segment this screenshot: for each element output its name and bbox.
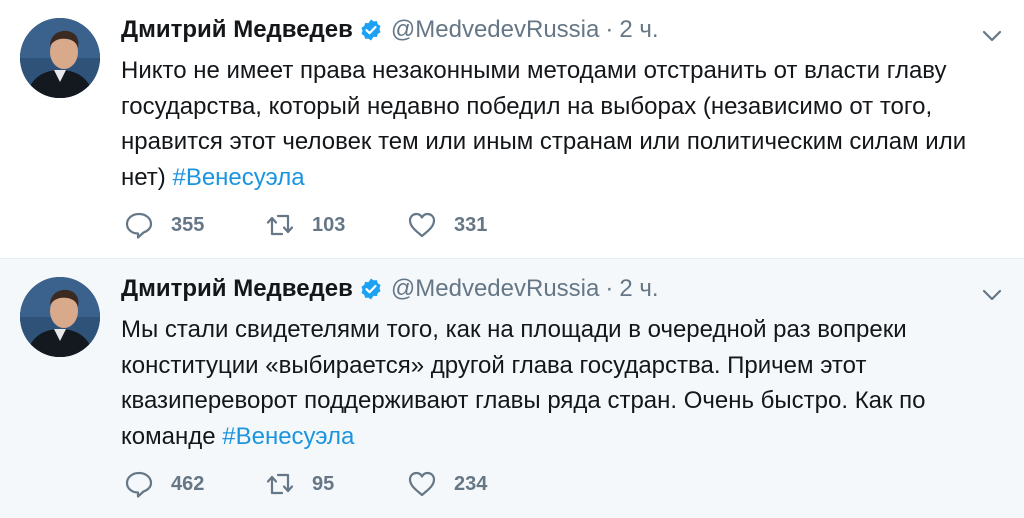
heart-icon <box>408 471 436 497</box>
retweet-button[interactable]: 95 <box>265 469 407 499</box>
like-count: 331 <box>454 213 488 236</box>
tweet-header: Дмитрий Медведев @MedvedevRussia · 2 ч. <box>121 14 659 46</box>
verified-badge-icon <box>359 18 383 42</box>
tweet[interactable]: Дмитрий Медведев @MedvedevRussia · 2 ч. … <box>0 0 1024 258</box>
reply-count: 462 <box>171 472 205 495</box>
hashtag-link[interactable]: #Венесуэла <box>172 164 304 191</box>
retweet-icon <box>266 214 294 236</box>
timestamp[interactable]: 2 ч. <box>619 14 658 46</box>
tweet-actions: 355 103 331 <box>124 210 547 240</box>
tweet-text-line: конституции «выбирается» другой глава го… <box>121 351 867 379</box>
separator-dot: · <box>605 275 614 302</box>
author-name[interactable]: Дмитрий Медведев <box>121 14 353 46</box>
author-name[interactable]: Дмитрий Медведев <box>121 273 353 305</box>
avatar[interactable] <box>20 18 100 98</box>
like-button[interactable]: 234 <box>407 469 547 499</box>
hashtag-link[interactable]: #Венесуэла <box>222 423 354 450</box>
tweet-text-line: квазипереворот поддерживают главы ряда с… <box>121 387 926 414</box>
reply-icon <box>125 212 153 239</box>
retweet-count: 95 <box>312 472 335 495</box>
tweet-text: Никто не имеет права незаконными методам… <box>121 53 1011 195</box>
author-handle[interactable]: @MedvedevRussia <box>391 14 599 46</box>
chevron-down-icon[interactable] <box>980 24 1004 48</box>
retweet-icon <box>266 473 294 495</box>
reply-button[interactable]: 355 <box>124 210 265 240</box>
tweet-text-line: нет) <box>121 163 166 191</box>
tweet-actions: 462 95 234 <box>124 469 547 499</box>
like-count: 234 <box>454 472 488 495</box>
avatar[interactable] <box>20 277 100 357</box>
reply-button[interactable]: 462 <box>124 469 265 499</box>
retweet-button[interactable]: 103 <box>265 210 407 240</box>
chevron-down-icon[interactable] <box>980 283 1004 307</box>
author-handle[interactable]: @MedvedevRussia <box>391 273 599 305</box>
tweet[interactable]: Дмитрий Медведев @MedvedevRussia · 2 ч. … <box>0 258 1024 518</box>
tweet-text-line: нравится этот человек тем или иным стран… <box>121 128 967 155</box>
heart-icon <box>408 212 436 238</box>
tweet-text-line: команде <box>121 422 216 450</box>
tweet-text-line: государства, который недавно победил на … <box>121 92 933 120</box>
reply-icon <box>125 471 153 498</box>
timeline: Дмитрий Медведев @MedvedevRussia · 2 ч. … <box>0 0 1024 518</box>
retweet-count: 103 <box>312 213 346 236</box>
timestamp[interactable]: 2 ч. <box>619 273 658 305</box>
reply-count: 355 <box>171 213 205 236</box>
tweet-header: Дмитрий Медведев @MedvedevRussia · 2 ч. <box>121 273 659 305</box>
tweet-text: Мы стали свидетелями того, как на площад… <box>121 312 1011 454</box>
verified-badge-icon <box>359 277 383 301</box>
separator-dot: · <box>605 16 614 43</box>
like-button[interactable]: 331 <box>407 210 547 240</box>
tweet-text-line: Никто не имеет права незаконными методам… <box>121 57 947 84</box>
tweet-text-line: Мы стали свидетелями того, как на площад… <box>121 316 907 343</box>
